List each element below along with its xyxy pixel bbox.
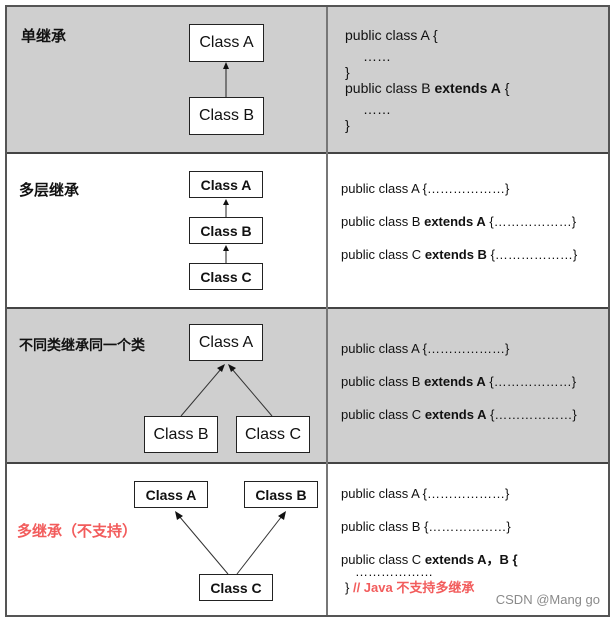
arrow-c-to-a [231,368,273,417]
code-line: …… [363,48,391,64]
code-line: …… [363,101,391,117]
class-box-c: Class C [236,416,310,453]
code-text: public class B [345,80,435,96]
code-line: public class A {………………} [341,486,510,501]
arrow-c-to-b [236,515,283,575]
code-keyword: extends A [424,374,486,389]
code-text: { [500,80,510,96]
class-box-b: Class B [189,97,264,135]
row-multilevel-inheritance: 多层继承 Class A Class B Class C public clas… [7,154,608,307]
code-keyword: extends A [424,214,486,229]
code-line: ……………… [355,564,433,579]
code-text: {………………} [486,247,578,262]
watermark: CSDN @Mang go [495,592,600,607]
code-keyword: extends A，B { [424,552,518,567]
code-line: public class B {………………} [341,519,511,534]
row-hierarchical-inheritance: 不同类继承同一个类 Class A Class B Class C public… [7,309,608,462]
arrowhead [223,245,229,251]
row-multiple-inheritance: 多继承（不支持） Class A Class B Class C public … [7,464,608,615]
class-box-a: Class A [134,481,208,508]
class-box-a: Class A [189,24,264,62]
arrow-c-to-a [178,515,229,575]
code-text: public class B [341,214,425,229]
class-box-b: Class B [189,217,263,244]
column-divider [326,7,328,615]
arrowhead [217,364,225,372]
code-line: public class C extends B {………………} [341,248,577,261]
code-line: } // Java 不支持多继承 [345,581,474,594]
code-text: {………………} [485,214,577,229]
code-line: public class C extends A {………………} [341,408,577,421]
class-box-c: Class C [189,263,263,290]
class-box-c: Class C [199,574,273,601]
code-keyword: extends B [424,247,487,262]
class-box-b: Class B [144,416,218,453]
code-keyword: extends A [434,80,501,96]
row-title: 单继承 [21,28,67,45]
code-comment: // Java 不支持多继承 [352,580,475,595]
code-text: {………………} [486,407,577,422]
code-line: public class B extends A { [345,81,509,95]
arrowhead [175,511,183,520]
code-line: public class A {………………} [341,341,510,356]
code-text: public class C [341,407,425,422]
code-line: public class B extends A {………………} [341,375,576,388]
inheritance-table: 单继承 Class A Class B public class A { …… … [5,5,610,617]
code-text: public class C [341,247,425,262]
code-text: public class B [341,374,425,389]
code-keyword: extends A [424,407,487,422]
code-line: public class A {………………} [341,181,510,196]
row-title: 多继承（不支持） [17,523,138,540]
code-text: } [345,580,350,595]
code-line: public class A { [345,27,438,43]
row-title: 多层继承 [19,182,80,199]
arrowhead [223,199,229,205]
row-title: 不同类继承同一个类 [19,337,145,353]
arrow-b-to-a [180,368,222,417]
row-single-inheritance: 单继承 Class A Class B public class A { …… … [7,7,608,152]
code-text: {………………} [485,374,577,389]
code-line: } [345,117,350,133]
class-box-b: Class B [244,481,318,508]
code-line: public class B extends A {………………} [341,215,576,228]
class-box-a: Class A [189,171,263,198]
code-line: } [345,64,350,80]
arrowhead [278,511,286,520]
arrowhead [223,62,229,69]
class-box-a: Class A [189,324,263,361]
arrowhead [228,364,236,372]
inheritance-arrows [223,199,229,263]
